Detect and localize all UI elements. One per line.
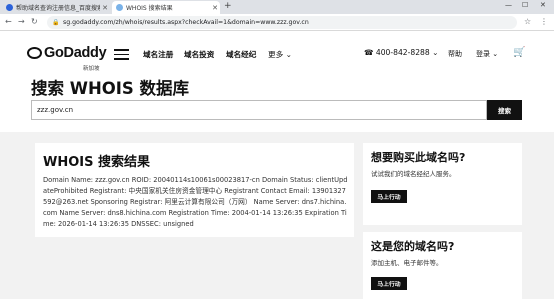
browser-tab-bar: 帮助域名查询注册信息_百度搜索 ✕ WHOIS 搜索结果 ✕ + — ☐ ✕ (0, 0, 554, 14)
star-icon[interactable]: ☆ (524, 17, 531, 26)
tab-label: WHOIS 搜索结果 (126, 5, 173, 12)
maximize-button[interactable]: ☐ (522, 1, 528, 9)
menu-dots-icon[interactable]: ⋮ (540, 17, 548, 26)
phone-menu[interactable]: ☎ 400-842-8288 ⌄ (364, 48, 438, 57)
logo-text: GoDaddy (44, 45, 107, 61)
browser-tab-whois[interactable]: WHOIS 搜索结果 ✕ (112, 1, 220, 14)
own-domain-title: 这是您的域名吗? (371, 240, 455, 253)
nav-more[interactable]: 更多 ⌄ (268, 49, 292, 60)
whois-record-text: Domain Name: zzz.gov.cn ROID: 20040114s1… (43, 176, 348, 228)
godaddy-favicon-icon (116, 4, 123, 11)
forward-arrow-icon[interactable]: → (18, 17, 25, 26)
close-icon[interactable]: ✕ (210, 4, 220, 12)
new-tab-button[interactable]: + (224, 1, 232, 11)
site-header: GoDaddy 新加坡 域名注册 域名投资 域名经纪 更多 ⌄ ☎ 400-84… (0, 31, 554, 132)
nav-domain-registration[interactable]: 域名注册 (143, 49, 173, 60)
own-domain-card: 这是您的域名吗? 添加主机、电子邮件等。 马上行动 (363, 232, 522, 299)
phone-icon: ☎ (364, 48, 374, 57)
logo-region: 新加坡 (83, 66, 100, 72)
whois-result-card: WHOIS 搜索结果 Domain Name: zzz.gov.cn ROID:… (35, 143, 354, 237)
minimize-button[interactable]: — (505, 1, 512, 9)
own-domain-action-button[interactable]: 马上行动 (371, 277, 407, 290)
search-button[interactable]: 搜索 (487, 100, 522, 120)
back-arrow-icon[interactable]: ← (5, 17, 12, 26)
buy-domain-card: 想要购买此域名吗? 试试我们的域名经纪人服务。 马上行动 (363, 143, 522, 225)
buy-domain-text: 试试我们的域名经纪人服务。 (371, 170, 456, 178)
help-link[interactable]: 帮助 (448, 49, 462, 59)
nav-domain-broker[interactable]: 域名经纪 (226, 49, 256, 60)
url-text: sg.godaddy.com/zh/whois/results.aspx?che… (63, 19, 309, 26)
godaddy-logo[interactable]: GoDaddy (27, 45, 107, 61)
login-menu[interactable]: 登录 ⌄ (476, 49, 498, 59)
browser-address-bar: ← → ↻ 🔒 sg.godaddy.com/zh/whois/results.… (0, 14, 554, 31)
own-domain-text: 添加主机、电子邮件等。 (371, 259, 443, 267)
buy-domain-title: 想要购买此域名吗? (371, 151, 466, 164)
baidu-favicon-icon (6, 4, 13, 11)
broker-action-button[interactable]: 马上行动 (371, 190, 407, 203)
result-title: WHOIS 搜索结果 (43, 155, 150, 170)
phone-number: 400-842-8288 ⌄ (375, 48, 439, 57)
close-window-button[interactable]: ✕ (540, 1, 546, 9)
page-title: 搜索 WHOIS 数据库 (31, 79, 190, 98)
url-field[interactable]: 🔒 sg.godaddy.com/zh/whois/results.aspx?c… (47, 16, 517, 29)
whois-search-input[interactable] (31, 100, 487, 120)
browser-tab-baidu[interactable]: 帮助域名查询注册信息_百度搜索 ✕ (2, 1, 110, 14)
godaddy-logo-icon (27, 47, 42, 59)
hamburger-menu-icon[interactable] (114, 49, 129, 60)
reload-icon[interactable]: ↻ (31, 17, 38, 26)
close-icon[interactable]: ✕ (100, 4, 110, 12)
nav-domain-investment[interactable]: 域名投资 (184, 49, 214, 60)
cart-icon[interactable]: 🛒 (513, 47, 525, 58)
lock-icon: 🔒 (52, 19, 60, 26)
tab-label: 帮助域名查询注册信息_百度搜索 (16, 5, 100, 12)
